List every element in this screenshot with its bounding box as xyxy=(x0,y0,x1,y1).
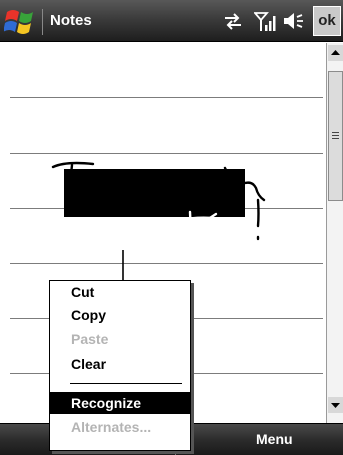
menu-item-paste: Paste xyxy=(71,331,109,347)
context-menu: Cut Copy Paste Clear Recognize Alternate… xyxy=(49,280,191,451)
vertical-scrollbar[interactable] xyxy=(326,43,343,423)
menu-item-alternates: Alternates... xyxy=(71,419,152,435)
grip-line xyxy=(332,132,339,133)
scroll-down-arrow-icon[interactable] xyxy=(328,397,343,413)
menu-item-copy[interactable]: Copy xyxy=(50,304,190,326)
scroll-thumb[interactable] xyxy=(328,71,343,201)
ink-turn-in xyxy=(51,161,266,209)
ink-exclamation xyxy=(256,198,260,241)
ink-report-selected xyxy=(66,210,218,260)
menu-softkey[interactable]: Menu xyxy=(256,431,293,447)
grip-line xyxy=(332,135,339,136)
grip-line xyxy=(332,138,339,139)
menu-item-clear[interactable]: Clear xyxy=(50,353,190,375)
menu-item-cut[interactable]: Cut xyxy=(50,281,190,303)
menu-item-recognize[interactable]: Recognize xyxy=(50,392,190,414)
scroll-up-arrow-icon[interactable] xyxy=(328,45,343,61)
menu-separator xyxy=(70,383,182,384)
